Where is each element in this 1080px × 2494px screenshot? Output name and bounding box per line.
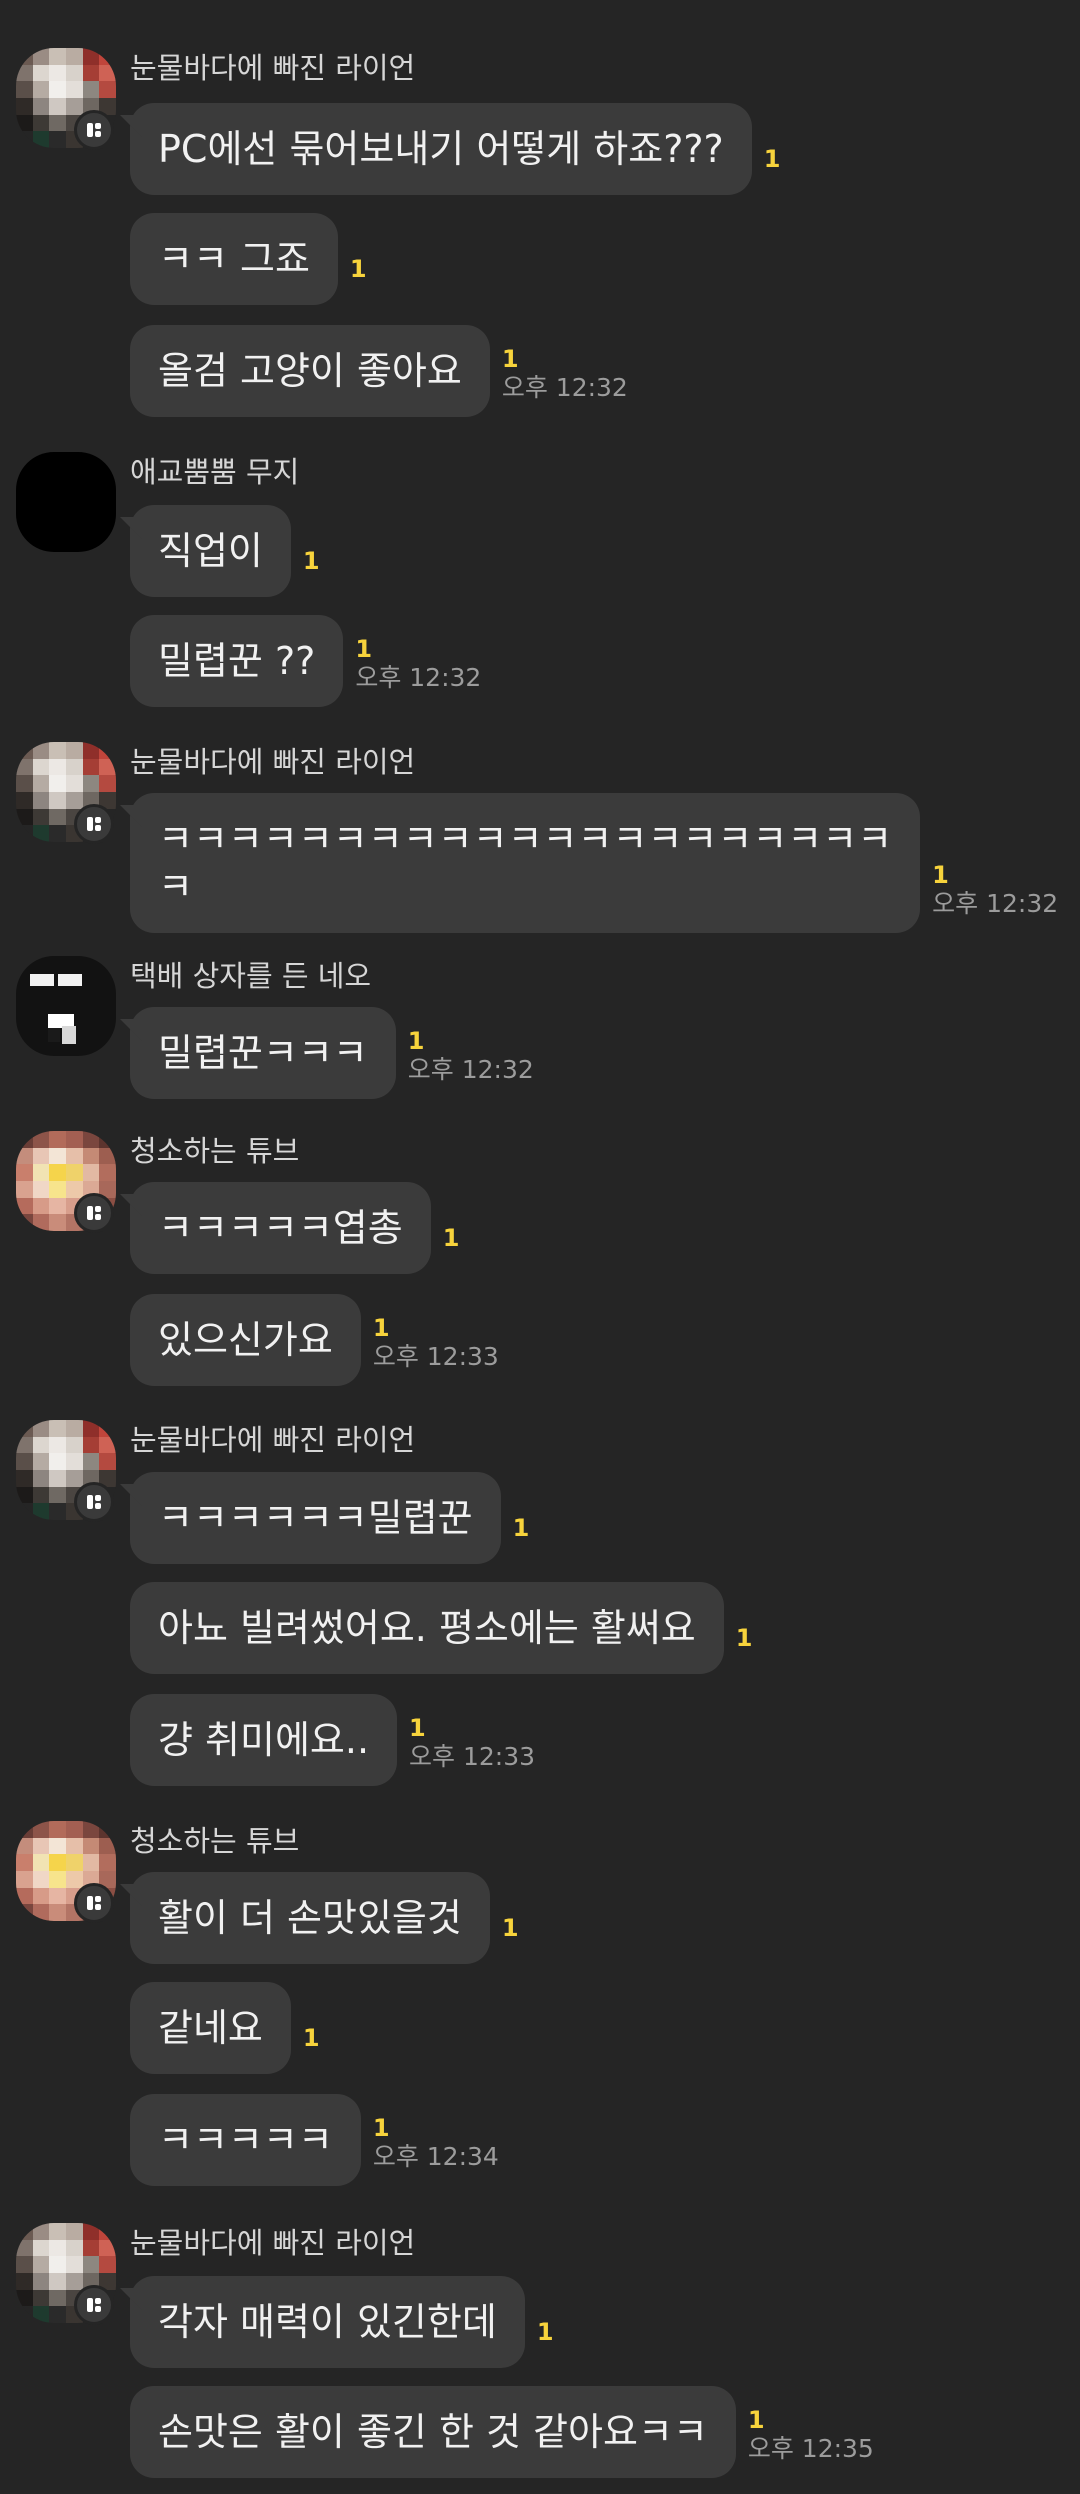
profile-badge-icon bbox=[74, 110, 114, 150]
sender-name: 눈물바다에 빠진 라이언 bbox=[130, 745, 416, 779]
sender-name: 눈물바다에 빠진 라이언 bbox=[130, 1423, 416, 1457]
profile-badge-icon bbox=[74, 1482, 114, 1522]
profile-avatar[interactable] bbox=[16, 452, 116, 552]
message-row: ㅋㅋㅋㅋㅋㅋㅋㅋㅋㅋㅋㅋㅋㅋㅋㅋㅋㅋㅋㅋㅋ ㅋ 1 오후 12:32 bbox=[130, 793, 1058, 933]
message-row: PC에선 묶어보내기 어떻게 하죠??? 1 bbox=[130, 103, 780, 195]
unread-count: 1 bbox=[932, 861, 949, 889]
message-bubble[interactable]: 밀렵꾼ㅋㅋㅋ bbox=[130, 1007, 396, 1099]
message-time: 오후 12:33 bbox=[372, 1342, 499, 1371]
message-row: 같네요 1 bbox=[130, 1982, 320, 2074]
message-meta: 1 오후 12:33 bbox=[373, 1314, 499, 1386]
message-bubble[interactable]: ㅋㅋㅋㅋㅋ bbox=[130, 2094, 361, 2186]
unread-count: 1 bbox=[442, 1224, 460, 1252]
message-row: 올검 고양이 좋아요 1 오후 12:32 bbox=[130, 325, 628, 417]
profile-badge-icon bbox=[74, 804, 114, 844]
message-row: 있으신가요 1 오후 12:33 bbox=[130, 1294, 499, 1386]
message-bubble[interactable]: ㅋㅋㅋㅋㅋㅋ밀렵꾼 bbox=[130, 1472, 501, 1564]
message-time: 오후 12:32 bbox=[355, 663, 482, 692]
message-meta: 1 bbox=[502, 1914, 519, 1964]
message-bubble[interactable]: 아뇨 빌려썼어요. 평소에는 활써요 bbox=[130, 1582, 724, 1674]
unread-count: 1 bbox=[355, 635, 373, 663]
unread-count: 1 bbox=[747, 2406, 765, 2434]
message-row: 손맛은 활이 좋긴 한 것 같아요ㅋㅋ 1 오후 12:35 bbox=[130, 2386, 874, 2478]
message-time: 오후 12:35 bbox=[747, 2434, 874, 2463]
sender-name: 애교뿜뿜 무지 bbox=[130, 455, 300, 489]
unread-count: 1 bbox=[302, 547, 320, 575]
message-meta: 1 오후 12:32 bbox=[932, 861, 1058, 933]
message-bubble[interactable]: ㅋㅋㅋㅋㅋ엽총 bbox=[130, 1182, 431, 1274]
message-row: 각자 매력이 있긴한데 1 bbox=[130, 2276, 554, 2368]
unread-count: 1 bbox=[536, 2318, 554, 2346]
message-row: 걍 취미에요.. 1 오후 12:33 bbox=[130, 1694, 535, 1786]
profile-badge-icon bbox=[74, 2285, 114, 2325]
message-row: ㅋㅋ 그죠 1 bbox=[130, 213, 367, 305]
unread-count: 1 bbox=[407, 1027, 425, 1055]
unread-count: 1 bbox=[512, 1514, 530, 1542]
message-meta: 1 bbox=[443, 1224, 460, 1274]
message-meta: 1 bbox=[537, 2318, 554, 2368]
sender-name: 청소하는 튜브 bbox=[130, 1134, 300, 1168]
profile-badge-icon bbox=[74, 1883, 114, 1923]
unread-count: 1 bbox=[501, 345, 519, 373]
message-bubble[interactable]: 밀렵꾼 ?? bbox=[130, 615, 344, 707]
message-bubble[interactable]: PC에선 묶어보내기 어떻게 하죠??? bbox=[130, 103, 752, 195]
unread-count: 1 bbox=[372, 2114, 390, 2142]
message-bubble[interactable]: 각자 매력이 있긴한데 bbox=[130, 2276, 525, 2368]
message-meta: 1 오후 12:32 bbox=[408, 1027, 534, 1099]
message-row: 직업이 1 bbox=[130, 505, 320, 597]
message-meta: 1 오후 12:34 bbox=[373, 2114, 499, 2186]
message-row: ㅋㅋㅋㅋㅋ엽총 1 bbox=[130, 1182, 459, 1274]
unread-count: 1 bbox=[763, 145, 781, 173]
unread-count: 1 bbox=[349, 255, 367, 283]
unread-count: 1 bbox=[372, 1314, 390, 1342]
message-row: ㅋㅋㅋㅋㅋ 1 오후 12:34 bbox=[130, 2094, 499, 2186]
message-meta: 1 오후 12:33 bbox=[409, 1714, 535, 1786]
unread-count: 1 bbox=[302, 2024, 320, 2052]
message-row: ㅋㅋㅋㅋㅋㅋ밀렵꾼 1 bbox=[130, 1472, 529, 1564]
message-meta: 1 오후 12:32 bbox=[502, 345, 628, 417]
message-time: 오후 12:32 bbox=[932, 889, 1059, 918]
message-time: 오후 12:34 bbox=[372, 2142, 499, 2171]
message-row: 밀렵꾼 ?? 1 오후 12:32 bbox=[130, 615, 481, 707]
message-bubble[interactable]: 걍 취미에요.. bbox=[130, 1694, 398, 1786]
profile-avatar[interactable] bbox=[16, 956, 116, 1056]
message-meta: 1 bbox=[303, 2024, 320, 2074]
message-meta: 1 bbox=[736, 1624, 753, 1674]
message-time: 오후 12:32 bbox=[407, 1055, 534, 1084]
message-meta: 1 bbox=[303, 547, 320, 597]
sender-name: 눈물바다에 빠진 라이언 bbox=[130, 2226, 416, 2260]
message-time: 오후 12:32 bbox=[501, 373, 628, 402]
unread-count: 1 bbox=[409, 1714, 426, 1742]
message-bubble[interactable]: ㅋㅋㅋㅋㅋㅋㅋㅋㅋㅋㅋㅋㅋㅋㅋㅋㅋㅋㅋㅋㅋ ㅋ bbox=[130, 793, 921, 933]
message-bubble[interactable]: 손맛은 활이 좋긴 한 것 같아요ㅋㅋ bbox=[130, 2386, 736, 2478]
message-meta: 1 bbox=[513, 1514, 530, 1564]
message-meta: 1 bbox=[764, 145, 781, 195]
message-time: 오후 12:33 bbox=[409, 1742, 536, 1771]
message-bubble[interactable]: 있으신가요 bbox=[130, 1294, 361, 1386]
unread-count: 1 bbox=[735, 1624, 753, 1652]
sender-name: 눈물바다에 빠진 라이언 bbox=[130, 51, 416, 85]
message-row: 밀렵꾼ㅋㅋㅋ 1 오후 12:32 bbox=[130, 1007, 534, 1099]
message-bubble[interactable]: 활이 더 손맛있을것 bbox=[130, 1872, 490, 1964]
message-meta: 1 오후 12:32 bbox=[355, 635, 481, 707]
sender-name: 택배 상자를 든 네오 bbox=[130, 959, 372, 993]
message-meta: 1 오후 12:35 bbox=[748, 2406, 874, 2478]
sender-name: 청소하는 튜브 bbox=[130, 1824, 300, 1858]
message-row: 활이 더 손맛있을것 1 bbox=[130, 1872, 519, 1964]
message-bubble[interactable]: 직업이 bbox=[130, 505, 291, 597]
message-meta: 1 bbox=[350, 255, 367, 305]
message-bubble[interactable]: 올검 고양이 좋아요 bbox=[130, 325, 490, 417]
message-bubble[interactable]: ㅋㅋ 그죠 bbox=[130, 213, 338, 305]
profile-badge-icon bbox=[74, 1193, 114, 1233]
message-row: 아뇨 빌려썼어요. 평소에는 활써요 1 bbox=[130, 1582, 752, 1674]
message-bubble[interactable]: 같네요 bbox=[130, 1982, 291, 2074]
unread-count: 1 bbox=[501, 1914, 519, 1942]
avatar-image bbox=[30, 974, 82, 1044]
